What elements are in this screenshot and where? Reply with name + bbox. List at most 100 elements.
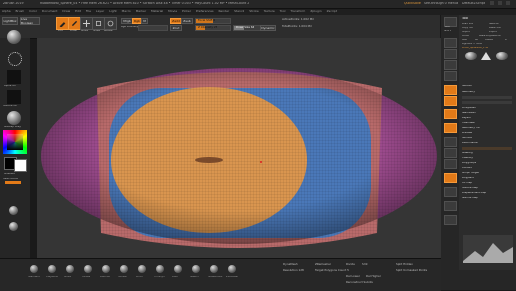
solo-button[interactable] [444,201,457,211]
clay-preview-icon[interactable] [9,222,18,231]
menus-button[interactable]: Menus [448,2,458,5]
sphere-mesh[interactable] [37,38,441,258]
z-intensity-slider[interactable]: Z Intensity 25 [195,25,231,31]
persp-button[interactable] [444,85,457,95]
paste-tool-button[interactable]: Paste Tool [489,27,501,29]
inflate-preview-icon[interactable] [9,206,18,215]
zoom-button[interactable] [444,49,457,59]
stroke-dots-icon[interactable] [8,52,22,66]
tool-thumbnail-2[interactable] [481,52,491,60]
texture-map-section[interactable]: Texture Map [462,187,478,190]
copy-tool-button[interactable]: Copy Tool [462,27,473,29]
texture-off-icon[interactable] [7,90,21,104]
tool-thumbnail-1[interactable] [465,52,477,60]
del-lower-button[interactable]: Del Lower [346,275,360,278]
subtool-section[interactable]: Subtool [462,85,472,88]
deformation-row[interactable] [462,147,512,150]
alpha-off-icon[interactable] [7,70,21,84]
visibility-section[interactable]: Visibility [462,157,473,160]
polygroups-section[interactable]: Polygroups [462,162,476,165]
dynamic-button[interactable]: Dynamic [260,25,276,31]
preview-section[interactable]: Preview [462,132,472,135]
r-button[interactable]: R [505,39,507,41]
brush-snakehook-icon[interactable] [210,265,218,273]
default-zscript-button[interactable]: DefaultZScript [462,2,485,5]
lightbox-button[interactable]: LightBox [2,17,18,25]
tool-name[interactable]: PM3D_Sphere3D_1 48 [462,47,488,49]
resolution-slider[interactable]: Resolution 128 [283,269,304,272]
smt-button[interactable]: Smt [362,263,368,266]
polyf-button[interactable] [444,173,457,183]
rgb-intensity-slider[interactable] [138,25,168,31]
floor-button[interactable] [444,96,457,106]
morph-target-section[interactable]: Morph Target [462,172,479,175]
lightbox-tools-button[interactable]: Lightbox > Tools [462,43,482,45]
make-polymesh-button[interactable]: Make PolyMesh3D [479,35,501,37]
brush-zmodeler-icon[interactable] [228,265,236,273]
geometry-row-2[interactable] [462,101,512,104]
split-hidden-button[interactable]: Split Hidden [396,263,413,266]
fibermesh-section[interactable]: FiberMesh [462,122,475,125]
zoom3d-button[interactable] [444,148,457,158]
secondary-color-swatch[interactable] [14,159,27,172]
aahalf-button[interactable] [444,71,457,81]
del-higher-button[interactable]: Del Higher [366,275,381,278]
live-boolean-button[interactable]: Live Boolean [20,17,40,25]
dynamesh-button[interactable]: DynaMesh [283,263,298,266]
target-polygons-slider[interactable]: Target Polygons Count 5 [315,269,349,272]
tool-panel-title[interactable]: Tool [462,17,468,20]
zcut-button[interactable]: Zcut [170,25,182,31]
draw-size-slider[interactable]: Draw Size 64 [233,25,261,31]
brush-claybuild-icon[interactable] [48,265,56,273]
spix-label[interactable]: SPix 3 [444,30,451,32]
layers-section[interactable]: Layers [462,117,471,120]
load-tool-button[interactable]: Load Tool [462,23,473,25]
goz-button[interactable]: GoZ [462,39,467,41]
contact-section[interactable]: Contact [462,167,472,170]
export-button[interactable]: Export [489,31,497,33]
curve-graph[interactable] [463,235,513,263]
standard-brush-icon[interactable] [7,30,21,44]
brush-hpolish-icon[interactable] [120,265,128,273]
brush-slash3-icon[interactable] [192,265,200,273]
normal-map-section[interactable]: Normal Map [462,197,478,200]
array-mesh-section[interactable]: ArrayMesh [462,107,476,110]
zremesher-button[interactable]: ZRemesher [315,263,331,266]
brush-dam-icon[interactable] [174,265,182,273]
frame-button[interactable] [444,123,457,133]
divide-button[interactable]: Divide [346,263,355,266]
brush-damstd-icon[interactable] [102,265,110,273]
close-icon[interactable] [506,1,510,5]
move-view-button[interactable] [444,137,457,147]
scroll-button[interactable] [444,38,457,48]
m-button[interactable]: M [141,18,148,24]
import-button[interactable]: Import [462,31,470,33]
deformation-section[interactable]: Deformation [462,142,478,145]
local-button[interactable] [444,109,457,119]
visible-button[interactable]: Visible [485,39,493,41]
see-through-slider[interactable]: See-through 0 [424,2,447,5]
masking-section[interactable]: Masking [462,152,473,155]
brush-standard-icon[interactable] [30,265,38,273]
all-button[interactable]: All [475,39,478,41]
brush-pinch-icon[interactable] [138,265,146,273]
brush-inflate-icon[interactable] [84,265,92,273]
quicksave-button[interactable]: QuickSave [404,2,421,5]
alternate-button[interactable] [5,181,21,184]
clone-button[interactable]: Clone [462,35,469,37]
minimize-icon[interactable] [490,1,494,5]
geometry-section[interactable]: Geometry [462,91,475,94]
geometry-row-1[interactable] [462,96,512,99]
tool-thumbnail-3[interactable] [496,52,508,60]
split-unmasked-button[interactable]: Split Unmasked Points [396,269,427,272]
reconstruct-subdiv-button[interactable]: Reconstruct Subdiv [346,281,373,284]
menu-items[interactable]: Alpha Brush Color Document Draw Edit Fil… [2,10,438,13]
maximize-icon[interactable] [498,1,502,5]
displacement-map-section[interactable]: Displacement Map [462,192,486,195]
polypaint-section[interactable]: Polypaint [462,177,474,180]
actual-button[interactable] [444,60,457,70]
xpose-button[interactable] [444,215,457,225]
rotate-view-button[interactable] [444,159,457,169]
transp-button[interactable] [444,187,457,197]
matcap-material-icon[interactable] [7,111,21,125]
